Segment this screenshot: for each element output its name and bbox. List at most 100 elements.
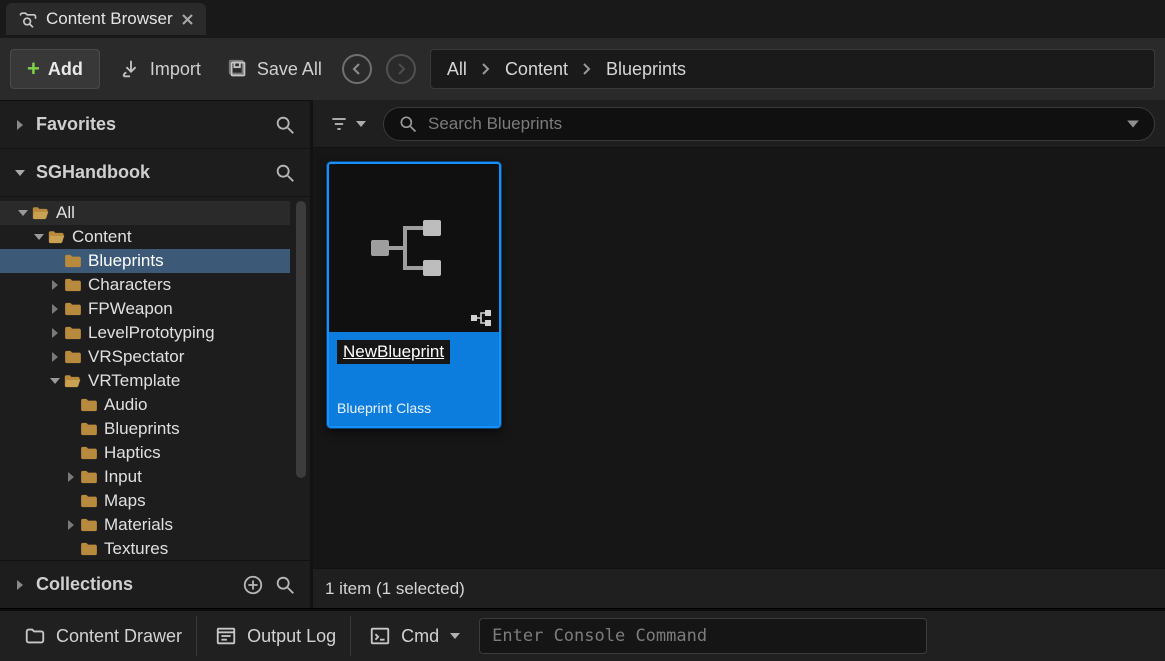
folder-icon [64, 302, 88, 316]
folder-icon [64, 278, 88, 292]
tree-node-label: Content [72, 227, 132, 247]
tab-content-browser[interactable]: Content Browser [6, 3, 206, 35]
breadcrumb-item[interactable]: Content [505, 59, 568, 80]
search-icon[interactable] [274, 574, 296, 596]
asset-name-input[interactable]: NewBlueprint [337, 340, 450, 364]
output-log-label: Output Log [247, 626, 336, 647]
tree-node[interactable]: Materials [0, 513, 290, 537]
search-input[interactable] [428, 114, 1116, 134]
import-button[interactable]: Import [114, 58, 207, 80]
add-collection-icon[interactable] [242, 574, 264, 596]
filter-icon [329, 114, 349, 134]
folder-icon [48, 230, 72, 244]
add-button-label: Add [48, 59, 83, 80]
save-all-button[interactable]: Save All [221, 58, 328, 80]
tree-node-label: Audio [104, 395, 147, 415]
cmd-selector[interactable]: Cmd [355, 616, 475, 656]
close-icon[interactable] [181, 13, 194, 26]
console-input-wrap[interactable] [479, 618, 927, 654]
status-bar: 1 item (1 selected) [313, 568, 1165, 608]
nav-back-button[interactable] [342, 54, 372, 84]
asset-type-label: Blueprint Class [337, 400, 491, 416]
tree-node[interactable]: Input [0, 465, 290, 489]
output-log-icon [215, 625, 237, 647]
search-icon [398, 114, 418, 134]
tree-node-label: Blueprints [88, 251, 164, 271]
chevron-down-icon[interactable] [32, 232, 46, 242]
chevron-down-icon[interactable] [16, 208, 30, 218]
tree-node-label: VRSpectator [88, 347, 184, 367]
project-section[interactable]: SGHandbook [0, 149, 310, 197]
terminal-icon [369, 625, 391, 647]
folder-icon [80, 470, 104, 484]
chevron-right-icon[interactable] [48, 280, 62, 290]
tree-node-label: All [56, 203, 75, 223]
tree-node[interactable]: Maps [0, 489, 290, 513]
asset-grid: NewBlueprint Blueprint Class [313, 148, 1165, 568]
folder-icon [64, 374, 88, 388]
tree-node-label: Maps [104, 491, 146, 511]
tree-node[interactable]: Blueprints [0, 417, 290, 441]
tree-node-label: Materials [104, 515, 173, 535]
chevron-right-icon[interactable] [64, 520, 78, 530]
tree-node-label: LevelPrototyping [88, 323, 215, 343]
tree-node[interactable]: FPWeapon [0, 297, 290, 321]
search-input-wrap[interactable] [383, 107, 1155, 141]
tree-node-label: VRTemplate [88, 371, 180, 391]
folder-icon [80, 542, 104, 556]
blueprint-badge-icon [471, 310, 493, 326]
tree-node[interactable]: Audio [0, 393, 290, 417]
tree-node-label: Characters [88, 275, 171, 295]
asset-item[interactable]: NewBlueprint Blueprint Class [327, 162, 501, 428]
folder-icon [32, 206, 56, 220]
folder-search-icon [18, 9, 38, 29]
chevron-down-icon [355, 118, 367, 130]
favorites-section[interactable]: Favorites [0, 101, 310, 149]
output-log-button[interactable]: Output Log [201, 616, 351, 656]
folder-icon [80, 494, 104, 508]
chevron-down-icon[interactable] [48, 376, 62, 386]
tree-node[interactable]: Blueprints [0, 249, 290, 273]
chevron-right-icon[interactable] [48, 352, 62, 362]
chevron-right-icon[interactable] [48, 304, 62, 314]
bottom-bar: Content Drawer Output Log Cmd [0, 609, 1165, 661]
project-label: SGHandbook [36, 162, 150, 183]
chevron-down-icon[interactable] [1126, 117, 1140, 131]
console-input[interactable] [492, 626, 914, 646]
tree-node[interactable]: Haptics [0, 441, 290, 465]
breadcrumb: All Content Blueprints [430, 49, 1155, 89]
search-icon[interactable] [274, 114, 296, 136]
folder-icon [80, 398, 104, 412]
tree-node[interactable]: All [0, 201, 290, 225]
import-icon [120, 58, 142, 80]
collections-section[interactable]: Collections [0, 560, 310, 608]
nav-forward-button[interactable] [386, 54, 416, 84]
tab-title: Content Browser [46, 9, 173, 29]
tree-node[interactable]: VRSpectator [0, 345, 290, 369]
scrollbar[interactable] [296, 201, 306, 556]
save-icon [227, 58, 249, 80]
tree-node-label: Blueprints [104, 419, 180, 439]
breadcrumb-item[interactable]: Blueprints [606, 59, 686, 80]
folder-icon [64, 254, 88, 268]
add-button[interactable]: + Add [10, 49, 100, 89]
status-text: 1 item (1 selected) [325, 579, 465, 599]
tree-node[interactable]: LevelPrototyping [0, 321, 290, 345]
folder-icon [24, 625, 46, 647]
chevron-right-icon[interactable] [64, 472, 78, 482]
breadcrumb-item[interactable]: All [447, 59, 467, 80]
chevron-right-icon [481, 62, 491, 76]
filter-button[interactable] [323, 110, 373, 138]
tree-node[interactable]: Content [0, 225, 290, 249]
tree-node[interactable]: Textures [0, 537, 290, 560]
plus-icon: + [27, 58, 40, 80]
content-drawer-button[interactable]: Content Drawer [10, 616, 197, 656]
asset-thumbnail [329, 164, 499, 332]
search-icon[interactable] [274, 162, 296, 184]
chevron-down-icon [14, 167, 26, 179]
chevron-right-icon[interactable] [48, 328, 62, 338]
cmd-label: Cmd [401, 626, 439, 647]
toolbar: + Add Import Save All All Content Bluepr… [0, 38, 1165, 100]
tree-node[interactable]: VRTemplate [0, 369, 290, 393]
tree-node[interactable]: Characters [0, 273, 290, 297]
